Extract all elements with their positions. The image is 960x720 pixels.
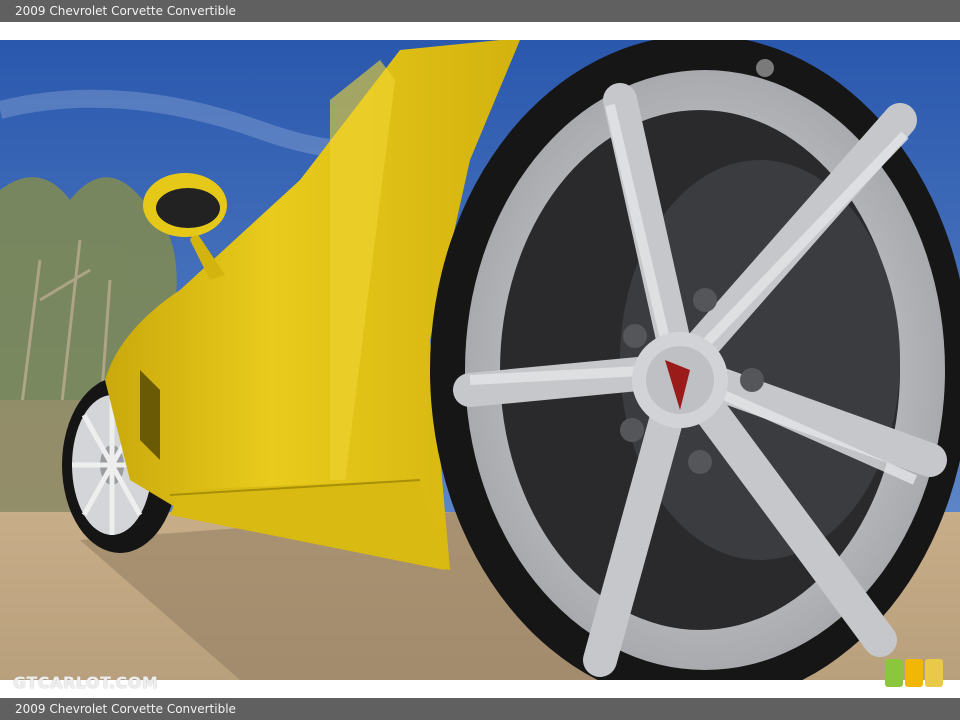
front-wheel xyxy=(430,40,960,680)
car-photo xyxy=(0,40,960,680)
page-title: 2009 Chevrolet Corvette Convertible xyxy=(15,4,236,18)
logo-square-yellow xyxy=(925,659,943,687)
photo-caption: 2009 Chevrolet Corvette Convertible xyxy=(15,702,236,716)
header-bar: 2009 Chevrolet Corvette Convertible xyxy=(0,0,960,22)
site-watermark: GTCARLOT.COM xyxy=(13,673,159,692)
footer-bar: 2009 Chevrolet Corvette Convertible xyxy=(0,698,960,720)
logo-square-orange xyxy=(905,659,923,687)
logo-square-green xyxy=(885,659,903,687)
site-logo-icon xyxy=(885,659,945,687)
